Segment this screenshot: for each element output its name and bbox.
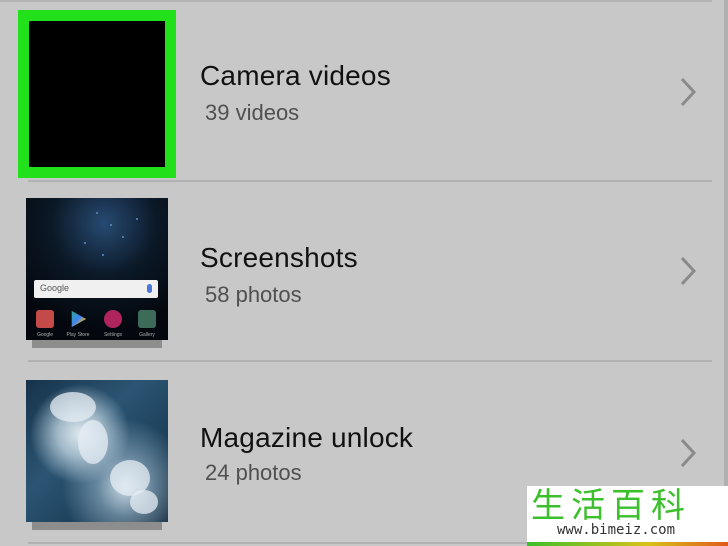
star-dot (102, 254, 104, 256)
scrollbar[interactable] (724, 0, 728, 546)
album-count: 58 photos (205, 282, 302, 307)
album-title: Camera videos (200, 60, 391, 91)
album-title: Screenshots (200, 242, 358, 273)
star-dot (110, 224, 112, 226)
wave-foam (78, 420, 108, 464)
album-row-screenshots[interactable]: Google Google Play Store Settings Galler… (0, 182, 712, 362)
album-thumbnail-magazine-unlock[interactable] (26, 380, 168, 522)
album-title: Magazine unlock (200, 422, 414, 453)
chevron-right-icon[interactable] (676, 254, 700, 288)
wave-foam (130, 490, 158, 514)
thumbnail-shadow (32, 340, 162, 348)
watermark: 生活百科 www.bimeiz.com (527, 486, 728, 546)
star-dot (84, 242, 86, 244)
row-divider (28, 360, 712, 362)
settings-icon (104, 310, 122, 328)
google-search-label: Google (40, 283, 70, 293)
google-folder-icon (36, 310, 54, 328)
album-count: 39 videos (205, 100, 300, 125)
app-label: Settings (103, 332, 123, 338)
mic-icon (147, 284, 152, 293)
google-search-bar: Google (34, 280, 158, 298)
app-label: Play Store (66, 332, 90, 338)
app-label: Gallery (139, 332, 155, 338)
star-dot (96, 212, 98, 214)
chevron-right-icon[interactable] (676, 75, 700, 109)
thumbnail-shadow (32, 522, 162, 530)
album-row-camera-videos[interactable]: Camera videos 39 videos (0, 0, 712, 182)
play-store-icon (71, 310, 87, 328)
gallery-icon (138, 310, 156, 328)
album-thumbnail-screenshots[interactable]: Google Google Play Store Settings Galler… (26, 198, 168, 340)
chevron-right-icon[interactable] (676, 436, 700, 470)
watermark-chinese-text: 生活百科 (531, 486, 691, 526)
album-count: 24 photos (205, 460, 302, 485)
watermark-url: www.bimeiz.com (557, 522, 676, 538)
star-dot (122, 236, 124, 238)
star-dot (136, 218, 138, 220)
wave-foam (50, 392, 96, 422)
watermark-stripe (527, 542, 728, 546)
app-label: Google (36, 332, 54, 338)
album-thumbnail-camera-videos[interactable] (18, 10, 176, 178)
